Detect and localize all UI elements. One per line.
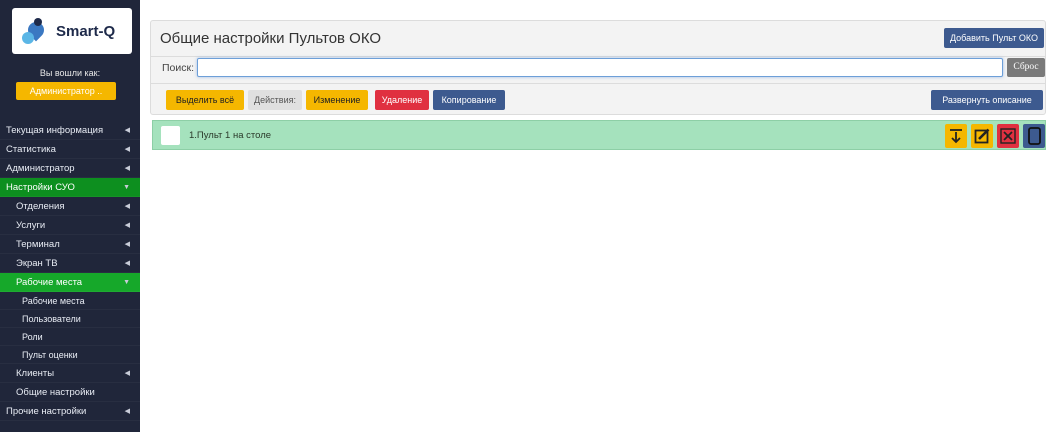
sidebar-item[interactable]: Рабочие места — [0, 292, 140, 310]
chevron-left-icon: ◀ — [124, 165, 130, 172]
sidebar: Smart-Q Вы вошли как: Администратор .. Т… — [0, 0, 140, 432]
sidebar-item[interactable]: Рабочие места ▼ — [0, 273, 140, 292]
chevron-down-icon: ▼ — [123, 183, 130, 191]
sidebar-item-label: Администратор — [6, 162, 75, 174]
user-role-button[interactable]: Администратор .. — [16, 82, 116, 100]
sidebar-item[interactable]: Отделения ◀ — [0, 197, 140, 216]
search-label: Поиск: — [162, 62, 195, 74]
arrow-down-icon — [950, 129, 962, 144]
chevron-left-icon: ◀ — [124, 241, 130, 248]
sidebar-item-label: Роли — [22, 331, 43, 342]
close-icon — [1000, 128, 1016, 144]
app-root: Smart-Q Вы вошли как: Администратор .. Т… — [0, 0, 1046, 432]
row-edit-button[interactable] — [971, 124, 993, 148]
sidebar-item-label: Клиенты — [16, 367, 55, 379]
sidebar-item-label: Экран ТВ — [16, 257, 58, 269]
copy-button[interactable]: Копирование — [433, 90, 505, 110]
sidebar-item-label: Текущая информация — [6, 124, 104, 136]
sidebar-item[interactable]: Общие настройки — [0, 383, 140, 402]
sidebar-item[interactable]: Администратор ◀ — [0, 159, 140, 178]
chevron-down-icon: ▼ — [123, 278, 130, 286]
divider — [151, 83, 1045, 84]
row-label: 1.Пульт 1 на столе — [189, 130, 272, 141]
sidebar-item[interactable]: Пульт оценки — [0, 346, 140, 364]
search-input[interactable] — [197, 58, 1003, 77]
sidebar-item-label: Отделения — [16, 200, 65, 212]
sidebar-item[interactable]: Терминал ◀ — [0, 235, 140, 254]
sidebar-item-label: Пользователи — [22, 313, 81, 324]
sidebar-item[interactable]: Статистика ◀ — [0, 140, 140, 159]
chevron-left-icon: ◀ — [124, 260, 130, 267]
page-title: Общие настройки Пультов ОКО — [160, 30, 382, 47]
sidebar-item[interactable]: Прочие настройки ◀ — [0, 402, 140, 421]
chevron-left-icon: ◀ — [124, 146, 130, 153]
sidebar-item[interactable]: Настройки СУО ▼ — [0, 178, 140, 197]
sidebar-item[interactable]: Текущая информация ◀ — [0, 121, 140, 140]
sidebar-item[interactable]: Клиенты ◀ — [0, 364, 140, 383]
select-all-button[interactable]: Выделить всё — [166, 90, 244, 110]
delete-button[interactable]: Удаление — [375, 90, 429, 110]
sidebar-nav: Текущая информация ◀ Статистика ◀ Администра… — [0, 121, 140, 421]
sidebar-item-label: Рабочие места — [16, 276, 83, 288]
download-button[interactable] — [945, 124, 967, 148]
sidebar-item-label: Услуги — [16, 219, 46, 231]
sidebar-item[interactable]: Роли — [0, 328, 140, 346]
smart-q-logo-icon — [20, 16, 50, 46]
sidebar-item-label: Терминал — [16, 238, 60, 250]
chevron-left-icon: ◀ — [124, 222, 130, 229]
copy-icon — [1028, 127, 1041, 145]
reset-button[interactable]: Сброс — [1007, 58, 1045, 77]
chevron-left-icon: ◀ — [124, 370, 130, 377]
sidebar-item[interactable]: Услуги ◀ — [0, 216, 140, 235]
sidebar-item[interactable]: Экран ТВ ◀ — [0, 254, 140, 273]
divider — [151, 56, 1045, 57]
chevron-left-icon: ◀ — [124, 203, 130, 210]
list-item[interactable]: 1.Пульт 1 на столе — [152, 120, 1046, 150]
sidebar-item-label: Статистика — [6, 143, 56, 155]
chevron-left-icon: ◀ — [124, 408, 130, 415]
logo[interactable]: Smart-Q — [12, 8, 132, 54]
sidebar-item-label: Общие настройки — [16, 386, 95, 398]
sidebar-item-label: Рабочие места — [22, 295, 85, 306]
sidebar-item[interactable]: Пользователи — [0, 310, 140, 328]
add-remote-button[interactable]: Добавить Пульт ОКО — [944, 28, 1044, 48]
sidebar-item-label: Настройки СУО — [6, 181, 75, 193]
logged-in-label: Вы вошли как: — [39, 68, 101, 78]
sidebar-item-label: Пульт оценки — [22, 349, 78, 360]
expand-description-button[interactable]: Развернуть описание — [931, 90, 1043, 110]
edit-icon — [974, 128, 990, 144]
actions-label: Действия: — [248, 90, 302, 110]
row-copy-button[interactable] — [1023, 124, 1045, 148]
edit-button[interactable]: Изменение — [306, 90, 368, 110]
row-delete-button[interactable] — [997, 124, 1019, 148]
row-checkbox[interactable] — [161, 126, 180, 145]
brand-name: Smart-Q — [56, 22, 116, 40]
sidebar-item-label: Прочие настройки — [6, 405, 87, 417]
chevron-left-icon: ◀ — [124, 127, 130, 134]
